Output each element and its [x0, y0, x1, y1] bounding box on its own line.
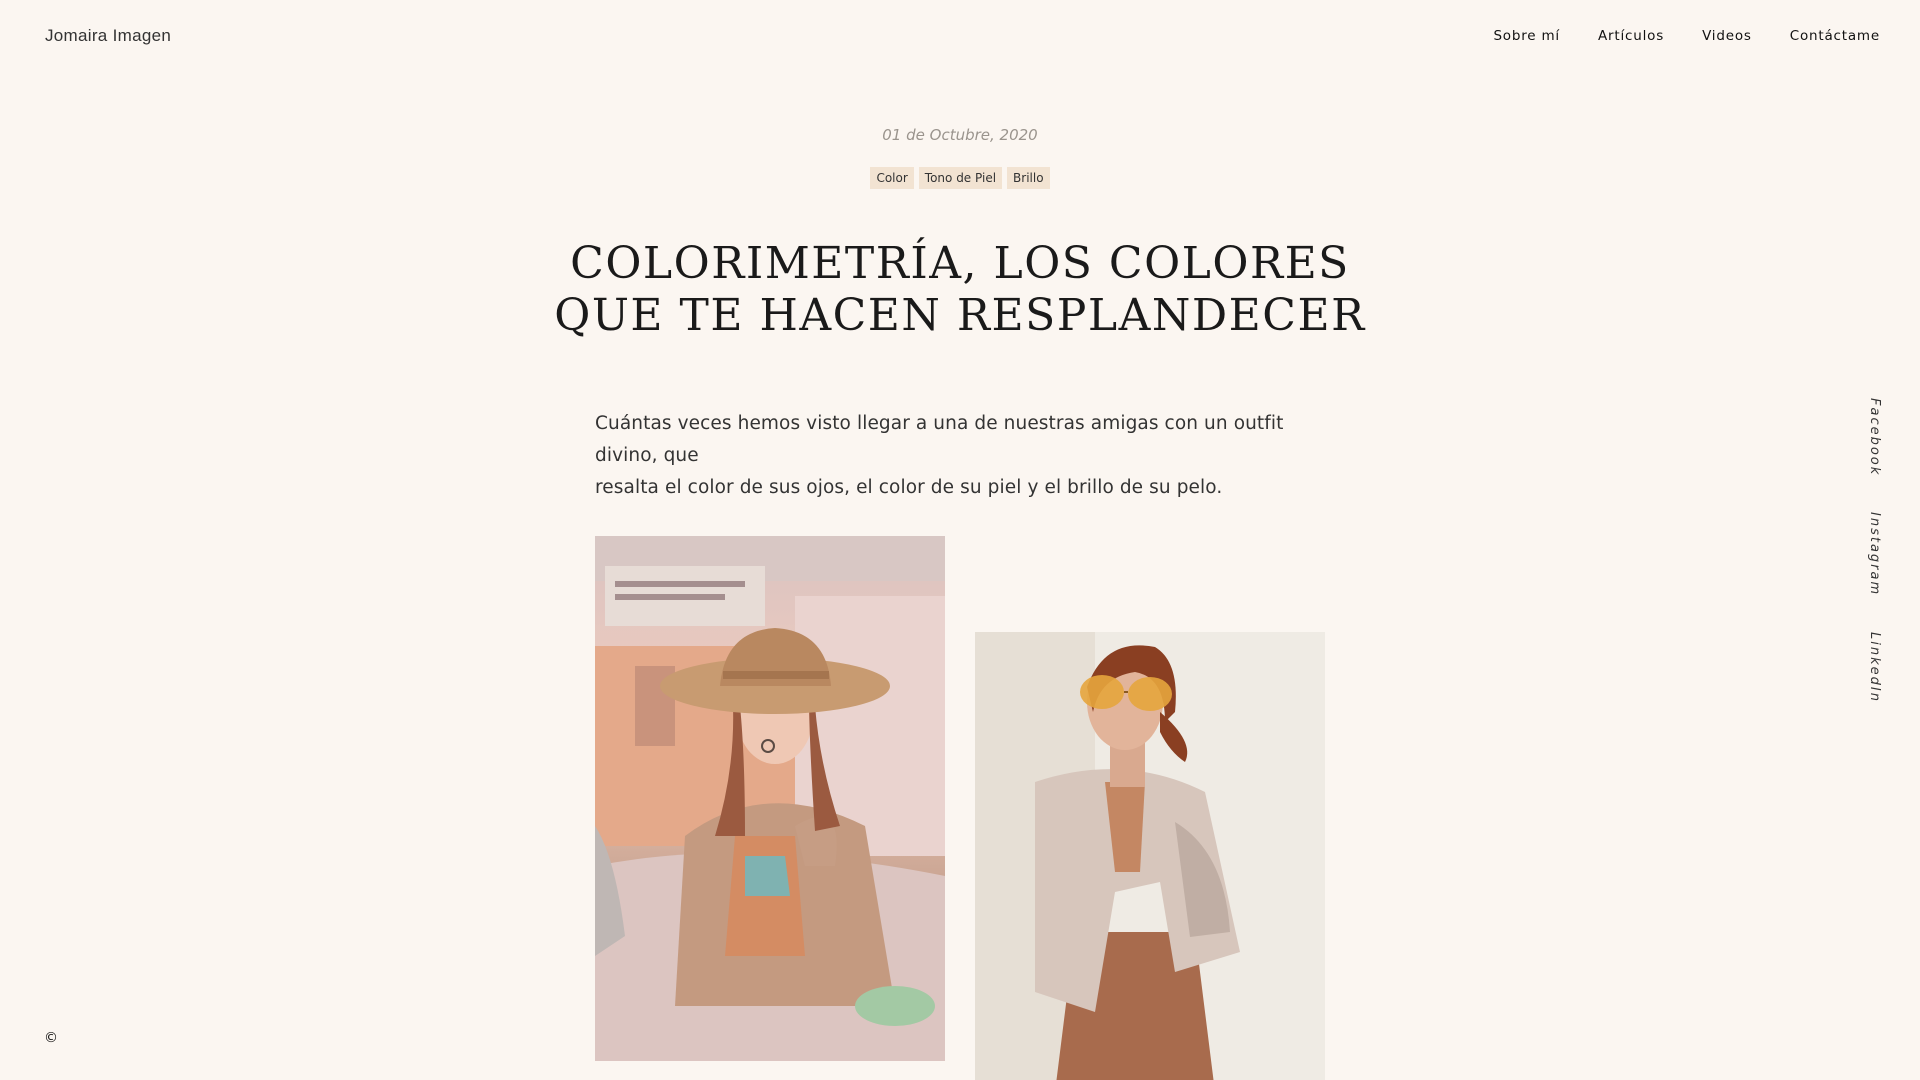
- social-links: Facebook Instagram LinkedIn: [1867, 398, 1882, 703]
- article-lead-line-2: resalta el color de sus ojos, el color d…: [595, 477, 1223, 498]
- tag-list: Color Tono de Piel Brillo: [0, 167, 1920, 189]
- social-link-linkedin[interactable]: LinkedIn: [1867, 632, 1882, 703]
- tag-tono-de-piel[interactable]: Tono de Piel: [918, 167, 1003, 189]
- brand-logo-link[interactable]: Jomaira Imagen: [45, 26, 171, 46]
- article-image-hat-woman: [595, 536, 945, 1061]
- article-title-line-2: QUE TE HACEN RESPLANDECER: [554, 290, 1366, 341]
- tag-color[interactable]: Color: [870, 167, 914, 189]
- photo-hat-woman-illustration: [595, 536, 945, 1061]
- article-image-sunglasses-woman: [975, 632, 1325, 1080]
- article-lead-line-1: Cuántas veces hemos visto llegar a una d…: [595, 413, 1284, 466]
- social-link-facebook[interactable]: Facebook: [1867, 398, 1882, 476]
- social-link-instagram[interactable]: Instagram: [1867, 512, 1882, 596]
- nav-item-videos[interactable]: Videos: [1702, 28, 1752, 44]
- nav-item-sobre-mi[interactable]: Sobre mí: [1493, 28, 1560, 44]
- copyright-symbol: ©: [44, 1030, 58, 1046]
- article-title-line-1: COLORIMETRÍA, LOS COLORES: [570, 238, 1350, 289]
- nav-item-articulos[interactable]: Artículos: [1598, 28, 1664, 44]
- tag-brillo[interactable]: Brillo: [1007, 167, 1050, 189]
- page: Jomaira Imagen Sobre mí Artículos Videos…: [0, 0, 1920, 1080]
- article-lead: Cuántas veces hemos visto llegar a una d…: [595, 408, 1325, 504]
- nav-item-contactame[interactable]: Contáctame: [1790, 28, 1880, 44]
- article-date: 01 de Octubre, 2020: [882, 126, 1038, 144]
- photo-sunglasses-woman-illustration: [975, 632, 1325, 1080]
- main-nav: Sobre mí Artículos Videos Contáctame: [1493, 28, 1880, 44]
- article-title: COLORIMETRÍA, LOS COLORES QUE TE HACEN R…: [0, 238, 1920, 342]
